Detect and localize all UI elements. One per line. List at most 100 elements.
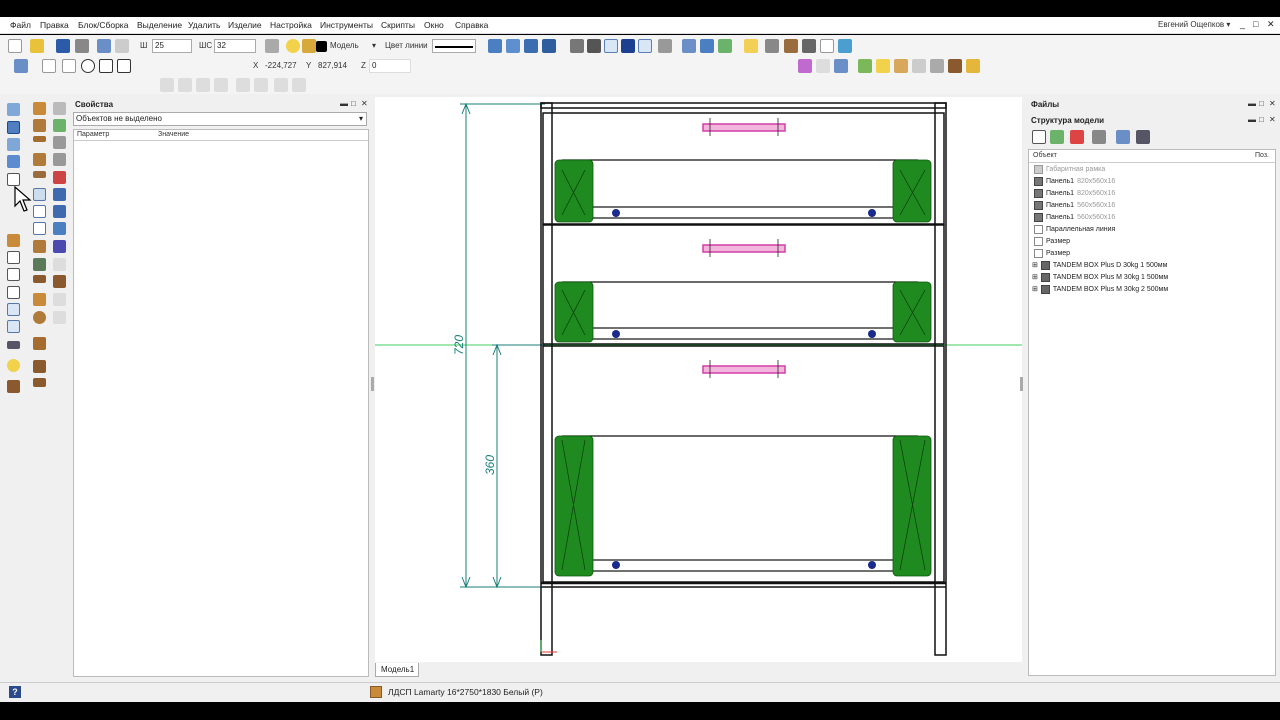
tree-item[interactable]: ⊞ TANDEM BOX Plus D 30kg 1 500мм: [1032, 259, 1167, 271]
zoom-window-icon[interactable]: [506, 39, 520, 53]
measure-icon[interactable]: [658, 39, 672, 53]
tree-item[interactable]: Панель1 560x560x16: [1034, 199, 1115, 211]
scrollbar-vertical-left[interactable]: [371, 377, 374, 391]
hand-tool-icon[interactable]: [33, 275, 46, 283]
package-icon[interactable]: [744, 39, 758, 53]
snap-icon[interactable]: [570, 39, 584, 53]
hline-tool-icon[interactable]: [33, 222, 46, 235]
add-icon[interactable]: [1050, 130, 1064, 144]
parallel-line-icon[interactable]: [62, 59, 76, 73]
box2-tool-icon[interactable]: [7, 234, 20, 247]
material-icon[interactable]: [948, 59, 962, 73]
rail-tool-icon[interactable]: [53, 136, 66, 149]
line-icon[interactable]: [42, 59, 56, 73]
frame-icon[interactable]: [912, 59, 926, 73]
rail2-tool-icon[interactable]: [53, 153, 66, 166]
expand-icon[interactable]: ⊞: [1032, 261, 1038, 269]
green-panel-tool-icon[interactable]: [53, 119, 66, 132]
view-icon[interactable]: [682, 39, 696, 53]
pin-icon[interactable]: ▬: [1248, 99, 1256, 108]
panel2-tool-icon[interactable]: [7, 121, 20, 134]
chevron-down-icon[interactable]: ▾: [372, 41, 376, 50]
user-name[interactable]: Евгений Ощепков ▾: [1158, 20, 1230, 29]
shelf-tool-icon[interactable]: [33, 136, 46, 142]
selection-select[interactable]: Объектов не выделено ▾: [73, 112, 367, 126]
panel-close-icon[interactable]: ✕: [361, 99, 368, 108]
menu-help[interactable]: Справка: [455, 20, 488, 30]
post-tool-icon[interactable]: [33, 119, 46, 132]
preview-icon[interactable]: [930, 59, 944, 73]
tools-icon[interactable]: [802, 39, 816, 53]
move-icon[interactable]: [236, 78, 250, 92]
menu-file[interactable]: Файл: [10, 20, 31, 30]
sigma-icon[interactable]: [820, 39, 834, 53]
pin-icon[interactable]: ▬: [340, 99, 348, 108]
color-swatch-icon[interactable]: [316, 41, 327, 52]
scrollbar-vertical-right[interactable]: [1020, 377, 1023, 391]
refresh-icon[interactable]: [718, 39, 732, 53]
panel-max-icon[interactable]: □: [1259, 115, 1264, 124]
offset-icon[interactable]: [816, 59, 830, 73]
lock-icon[interactable]: [302, 39, 316, 53]
menu-scripts[interactable]: Скрипты: [381, 20, 415, 30]
minimize-icon[interactable]: _: [1240, 19, 1245, 29]
panel-close-icon[interactable]: ✕: [1269, 115, 1276, 124]
trim-icon[interactable]: [798, 59, 812, 73]
rail3-tool-icon[interactable]: [53, 171, 66, 184]
tree-item[interactable]: Размер: [1034, 235, 1070, 247]
divider-tool-icon[interactable]: [33, 205, 46, 218]
menu-tools[interactable]: Инструменты: [320, 20, 373, 30]
tree-item[interactable]: ⊞ TANDEM BOX Plus M 30kg 1 500мм: [1032, 271, 1168, 283]
cone-tool-icon[interactable]: [33, 337, 46, 350]
panel-icon[interactable]: [876, 59, 890, 73]
beam-tool-icon[interactable]: [33, 360, 46, 373]
box3-tool-icon[interactable]: [53, 240, 66, 253]
undo-icon[interactable]: [97, 39, 111, 53]
z-field[interactable]: 0: [369, 59, 411, 73]
box7-tool-icon[interactable]: [7, 380, 20, 393]
split-tool-icon[interactable]: [53, 275, 66, 288]
width-field[interactable]: 25: [152, 39, 192, 53]
line-style-select[interactable]: [432, 39, 476, 53]
eraser-icon[interactable]: [966, 59, 980, 73]
line-tool-icon[interactable]: [1032, 130, 1046, 144]
tree-item[interactable]: ⊞ TANDEM BOX Plus M 30kg 2 500мм: [1032, 283, 1168, 295]
array-icon[interactable]: [214, 78, 228, 92]
panel5-tool-icon[interactable]: [7, 173, 20, 186]
ortho-icon[interactable]: [604, 39, 618, 53]
panel-max-icon[interactable]: □: [1259, 99, 1264, 108]
wrench-icon[interactable]: [1092, 130, 1106, 144]
save-icon[interactable]: [56, 39, 70, 53]
menu-delete[interactable]: Удалить: [188, 20, 220, 30]
box5-tool-icon[interactable]: [7, 268, 20, 281]
menu-edit[interactable]: Правка: [40, 20, 69, 30]
sphere-tool-icon[interactable]: [33, 311, 46, 324]
layers-icon[interactable]: [265, 39, 279, 53]
tree-item[interactable]: Габаритная рамка: [1034, 163, 1105, 175]
gray-tool-icon[interactable]: [53, 258, 66, 271]
profile3-tool-icon[interactable]: [53, 222, 66, 235]
explode-icon[interactable]: [274, 78, 288, 92]
mirror-icon[interactable]: [178, 78, 192, 92]
copy-icon[interactable]: [160, 78, 174, 92]
box4-tool-icon[interactable]: [7, 251, 20, 264]
help-icon[interactable]: ?: [9, 686, 21, 698]
eye-icon[interactable]: [1136, 130, 1150, 144]
rotate-icon[interactable]: [196, 78, 210, 92]
panel-max-icon[interactable]: □: [351, 99, 356, 108]
bulb-icon[interactable]: [286, 39, 300, 53]
circle-icon[interactable]: [81, 59, 95, 73]
car-tool-icon[interactable]: [7, 341, 20, 349]
zoom-icon[interactable]: [524, 39, 538, 53]
drawing-canvas[interactable]: 720 360: [371, 97, 1023, 662]
pointer-icon[interactable]: [14, 59, 28, 73]
layer-select[interactable]: Модель: [330, 41, 359, 50]
transform-icon[interactable]: [834, 59, 848, 73]
expand-icon[interactable]: ⊞: [1032, 273, 1038, 281]
menu-settings[interactable]: Настройка: [270, 20, 312, 30]
new-file-icon[interactable]: [8, 39, 22, 53]
panel4-tool-icon[interactable]: [7, 155, 20, 168]
wood-icon[interactable]: [784, 39, 798, 53]
find-icon[interactable]: [1116, 130, 1130, 144]
tab-model[interactable]: Модель1: [375, 663, 419, 677]
